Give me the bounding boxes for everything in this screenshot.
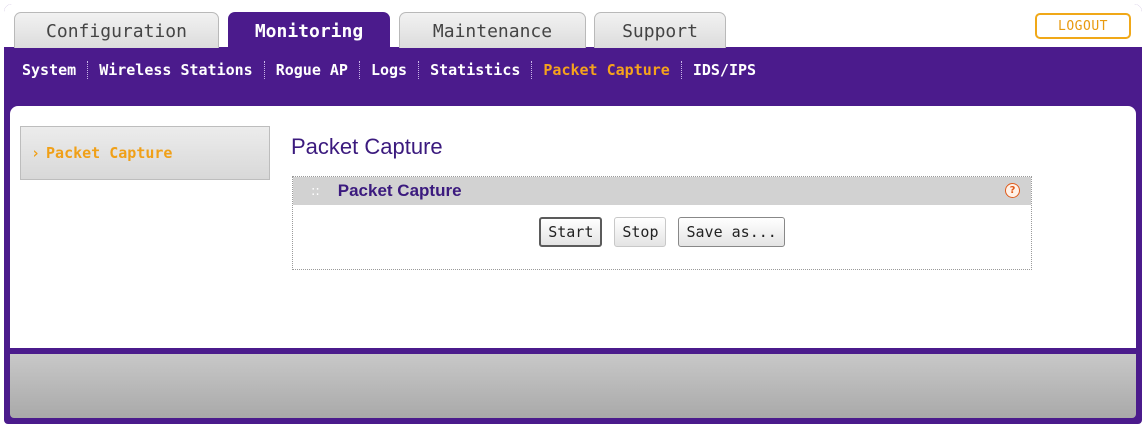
page-title: Packet Capture — [291, 134, 443, 159]
tab-support[interactable]: Support — [594, 12, 726, 48]
section-title: Packet Capture — [337, 181, 462, 200]
submenu-system[interactable]: System — [22, 61, 76, 79]
submenu-ids-ips[interactable]: IDS/IPS — [693, 61, 756, 79]
top-tab-bar: Configuration Monitoring Maintenance Sup… — [4, 4, 1142, 50]
sidebar-item-label: Packet Capture — [46, 144, 173, 162]
button-row: Start Stop Save as... — [293, 205, 1031, 269]
submenu-separator — [680, 61, 682, 79]
start-button[interactable]: Start — [539, 217, 603, 247]
submenu-separator — [358, 61, 360, 79]
content-panel: › Packet Capture Packet Capture :: Packe… — [10, 106, 1136, 348]
logout-button[interactable]: LOGOUT — [1035, 13, 1131, 39]
footer-bar — [10, 354, 1136, 418]
save-as-button[interactable]: Save as... — [678, 217, 785, 247]
tab-maintenance[interactable]: Maintenance — [399, 12, 586, 48]
submenu-separator — [87, 61, 89, 79]
help-icon[interactable]: ? — [1005, 183, 1020, 198]
submenu-wireless-stations[interactable]: Wireless Stations — [99, 61, 253, 79]
submenu-separator — [531, 61, 533, 79]
submenu-statistics[interactable]: Statistics — [430, 61, 520, 79]
submenu-separator — [418, 61, 420, 79]
submenu-separator — [263, 61, 265, 79]
app-frame: Configuration Monitoring Maintenance Sup… — [4, 4, 1142, 424]
sub-navigation: System Wireless Stations Rogue AP Logs S… — [4, 47, 1142, 93]
stop-button[interactable]: Stop — [614, 217, 667, 247]
submenu-packet-capture[interactable]: Packet Capture — [543, 61, 669, 79]
packet-capture-section: :: Packet Capture ? Start Stop Save as..… — [292, 176, 1032, 270]
drag-grip-icon: :: — [311, 183, 320, 199]
chevron-right-icon: › — [31, 144, 41, 162]
section-header: :: Packet Capture ? — [293, 177, 1031, 205]
submenu-logs[interactable]: Logs — [371, 61, 407, 79]
submenu-rogue-ap[interactable]: Rogue AP — [276, 61, 348, 79]
tab-configuration[interactable]: Configuration — [14, 12, 219, 48]
sidebar-item-packet-capture[interactable]: › Packet Capture — [20, 126, 270, 180]
tab-monitoring[interactable]: Monitoring — [228, 12, 390, 50]
